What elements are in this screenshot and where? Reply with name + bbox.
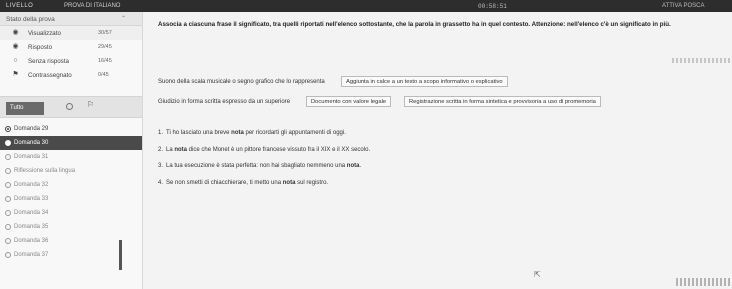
unanswered-icon — [5, 181, 11, 188]
question-label: Riflessione sulla lingua — [14, 168, 76, 174]
stat-count: 16/45 — [98, 58, 112, 64]
test-title: PROVA DI ITALIANO — [64, 3, 121, 9]
sentence-number: 4. — [158, 179, 164, 186]
bold-word: nota — [346, 163, 360, 169]
chevron-up-icon[interactable]: ⌃ — [121, 15, 126, 22]
question-label: Domanda 29 — [14, 126, 49, 132]
stat-count: 0/45 — [98, 72, 109, 78]
filter-all-button[interactable]: Tutto — [6, 102, 44, 115]
question-item-current[interactable]: Domanda 30 — [0, 136, 142, 150]
sentence-number: 3. — [158, 163, 164, 169]
question-item[interactable]: Domanda 32 — [0, 178, 142, 192]
answered-icon — [5, 125, 11, 132]
unanswered-icon — [5, 251, 11, 258]
sentence-2[interactable]: 2. La nota dice che Monet è un pittore fr… — [158, 147, 728, 159]
stat-label: Senza risposta — [28, 58, 69, 65]
unanswered-icon — [5, 167, 11, 174]
definitions-list: Suono della scala musicale o segno grafi… — [158, 76, 728, 116]
sentence-text: per ricordarti gli appuntamenti di oggi. — [243, 130, 346, 136]
sentence-number: 2. — [158, 146, 164, 153]
scrollbar-thumb[interactable] — [119, 240, 122, 270]
stat-answered[interactable]: ◉ Risposto 29/45 — [0, 40, 142, 54]
stat-unanswered[interactable]: ○ Senza risposta 16/45 — [0, 54, 142, 68]
status-header[interactable]: Stato della prova ⌃ — [0, 12, 142, 26]
bold-word: nota — [174, 146, 188, 153]
stat-flagged[interactable]: ⚑ Contrassegnato 0/45 — [0, 68, 142, 82]
status-title: Stato della prova — [6, 16, 55, 23]
filter-flag-icon[interactable]: ⚐ — [87, 100, 94, 109]
question-label: Domanda 37 — [14, 252, 49, 258]
unanswered-icon — [5, 209, 11, 216]
question-label: Domanda 31 — [14, 154, 49, 160]
stat-count: 30/57 — [98, 30, 112, 36]
unanswered-icon — [5, 195, 11, 202]
sentence-text: Se non smetti di chiacchierare, ti metto… — [166, 179, 283, 186]
bold-word: nota — [231, 130, 244, 136]
eye-icon: ◉ — [12, 29, 19, 36]
definition-row: Suono della scala musicale o segno grafi… — [158, 76, 728, 96]
sentence-text: Ti ho lasciato una breve — [166, 130, 232, 136]
sentence-number: 1. — [158, 130, 164, 136]
level-label: LIVELLO — [6, 3, 34, 9]
stat-viewed[interactable]: ◉ Visualizzato 30/57 — [0, 26, 142, 40]
stat-count: 29/45 — [98, 44, 112, 50]
filter-unanswered-icon[interactable] — [66, 103, 73, 110]
top-bar: LIVELLO PROVA DI ITALIANO 00:58:51 ATTIV… — [0, 0, 732, 12]
sentence-text: . — [359, 163, 362, 169]
decorative-ribbon — [672, 58, 732, 63]
sidebar: Stato della prova ⌃ ◉ Visualizzato 30/57… — [0, 12, 143, 289]
question-label: Domanda 35 — [14, 224, 49, 230]
instruction-text: Associa a ciascuna frase il significato,… — [158, 21, 671, 28]
mouse-cursor-icon: ⇱ — [534, 270, 541, 279]
unanswered-icon — [5, 237, 11, 244]
check-icon: ◉ — [12, 43, 19, 50]
stat-label: Visualizzato — [28, 30, 61, 37]
sentence-3[interactable]: 3. La tua esecuzione è stata perfetta: no… — [158, 163, 728, 175]
decorative-stripe — [676, 278, 730, 286]
question-label: Domanda 34 — [14, 210, 49, 216]
question-item[interactable]: Domanda 31 — [0, 150, 142, 164]
definition-text[interactable]: Giudizio in forma scritta espresso da un… — [158, 99, 290, 105]
stat-label: Contrassegnato — [28, 72, 72, 79]
definition-chip[interactable]: Documento con valore legale — [306, 96, 392, 107]
unanswered-icon — [5, 223, 11, 230]
question-item[interactable]: Domanda 34 — [0, 206, 142, 220]
definition-chip[interactable]: Aggiunta in calce a un testo a scopo inf… — [341, 76, 508, 87]
question-label: Domanda 30 — [14, 140, 49, 146]
definition-row: Giudizio in forma scritta espresso da un… — [158, 96, 728, 116]
question-label: Domanda 36 — [14, 238, 49, 244]
sentence-1[interactable]: 1. Ti ho lasciato una breve nota per rico… — [158, 130, 728, 142]
current-icon — [5, 139, 11, 146]
topbar-right-label[interactable]: ATTIVA POSCA — [662, 3, 704, 9]
section-item[interactable]: Riflessione sulla lingua — [0, 164, 142, 178]
empty-circle-icon: ○ — [13, 57, 18, 64]
stat-label: Risposto — [28, 44, 53, 51]
bold-word: nota — [282, 179, 296, 186]
question-item[interactable]: Domanda 35 — [0, 220, 142, 234]
question-item[interactable]: Domanda 29 — [0, 122, 142, 136]
definition-text[interactable]: Suono della scala musicale o segno grafi… — [158, 79, 325, 85]
timer: 00:58:51 — [478, 3, 507, 10]
definition-chip[interactable]: Registrazione scritta in forma sintetica… — [404, 96, 601, 107]
sentence-text: dice che Monet è un pittore francese vis… — [187, 146, 371, 153]
sentence-4[interactable]: 4. Se non smetti di chiacchierare, ti met… — [158, 180, 728, 192]
filter-bar: Tutto ⚐ — [0, 96, 142, 118]
flag-icon: ⚑ — [12, 71, 19, 78]
main-content: Associa a ciascuna frase il significato,… — [148, 12, 732, 289]
sentence-text: sul registro. — [295, 179, 329, 186]
sentence-text: La tua esecuzione è stata perfetta: non … — [166, 163, 347, 169]
unanswered-icon — [5, 153, 11, 160]
question-item[interactable]: Domanda 33 — [0, 192, 142, 206]
question-label: Domanda 33 — [14, 196, 49, 202]
sentences-list: 1. Ti ho lasciato una breve nota per rico… — [158, 130, 728, 196]
question-label: Domanda 32 — [14, 182, 49, 188]
